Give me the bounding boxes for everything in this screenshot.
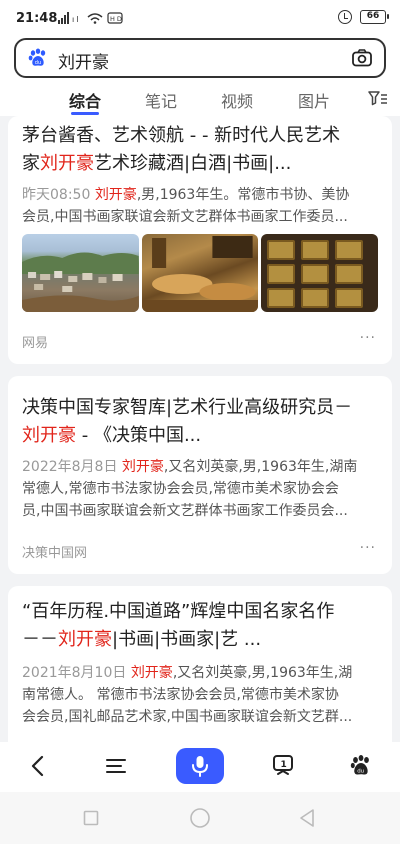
result-date: 昨天08:50 (22, 187, 91, 203)
svg-text:1: 1 (281, 760, 287, 770)
result-source[interactable]: 网易 (22, 332, 48, 351)
back-icon[interactable] (28, 754, 48, 778)
thumbnail-awards-image[interactable] (261, 234, 379, 312)
tabs-count-icon[interactable]: 1 (272, 754, 294, 778)
tab-images[interactable]: 图片 (298, 88, 330, 112)
active-tab-indicator (71, 112, 99, 115)
search-result-card[interactable]: 决策中国专家智库|艺术行业高级研究员－ 刘开豪 - 《决策中国... 2022年… (8, 376, 392, 574)
liquor-scene (141, 236, 259, 312)
result-snippet: 2022年8月8日 刘开豪,又名刘英豪,男,1963年生,湖南 常德人,常德市书… (22, 459, 358, 519)
more-options-icon[interactable]: ··· (360, 540, 376, 556)
menu-icon[interactable] (106, 758, 126, 774)
filter-icon[interactable] (368, 90, 388, 106)
baidu-home-icon[interactable]: du (350, 754, 372, 778)
tab-videos[interactable]: 视频 (221, 88, 253, 112)
search-input[interactable]: 刘开豪 (58, 48, 109, 73)
more-options-icon[interactable]: ··· (360, 330, 376, 346)
result-title[interactable]: 决策中国专家智库|艺术行业高级研究员－ 刘开豪 - 《决策中国... (22, 394, 378, 450)
result-snippet: 2021年8月10日 刘开豪,又名刘英豪,男,1963年生,湖 南常德人。 常德… (22, 665, 353, 725)
voice-search-button[interactable] (176, 748, 224, 784)
search-result-card[interactable]: “百年历程.中国道路”辉煌中国名家名作 －－刘开豪|书画|书画家|艺 ... 2… (8, 586, 392, 756)
tab-all[interactable]: 综合 (69, 88, 101, 112)
svg-text:HD: HD (110, 15, 124, 23)
svg-text:du: du (35, 60, 41, 66)
result-date: 2021年8月10日 (22, 665, 127, 681)
recent-apps-icon[interactable] (83, 810, 99, 826)
tab-bar: 综合 笔记 视频 图片 (0, 86, 400, 116)
thumbnail-liquor-image[interactable] (141, 234, 259, 312)
status-right: 66 (338, 10, 389, 24)
status-indicator-icons: ıl HD (58, 11, 128, 28)
search-box[interactable]: du 刘开豪 (14, 38, 386, 78)
home-icon[interactable] (189, 807, 211, 829)
result-title[interactable]: “百年历程.中国道路”辉煌中国名家名作 －－刘开豪|书画|书画家|艺 ... (22, 598, 378, 654)
result-title[interactable]: 茅台酱香、艺术领航 - - 新时代人民艺术 家刘开豪艺术珍藏酒|白酒|书画|..… (22, 122, 378, 178)
system-back-icon[interactable] (298, 808, 316, 828)
town-scene (22, 252, 139, 312)
bottom-toolbar: 1 du (0, 742, 400, 792)
alarm-icon (338, 10, 352, 24)
top-header: 21:48 ıl HD 66 du 刘开豪 综合 笔记 视频 图片 (0, 0, 400, 116)
search-result-card[interactable]: 茅台酱香、艺术领航 - - 新时代人民艺术 家刘开豪艺术珍藏酒|白酒|书画|..… (8, 116, 392, 364)
microphone-icon (192, 756, 208, 777)
svg-text:ıl: ıl (72, 15, 80, 24)
thumbnail-town-image[interactable] (22, 234, 139, 312)
status-time: 21:48 (16, 11, 58, 26)
svg-text:du: du (357, 769, 364, 775)
baidu-paw-icon: du (28, 48, 46, 66)
camera-icon[interactable] (352, 49, 372, 67)
system-navigation-bar (0, 792, 400, 844)
tab-notes[interactable]: 笔记 (145, 88, 177, 112)
battery-icon: 66 (360, 10, 389, 24)
signal-wifi-icons: ıl HD (58, 12, 124, 24)
result-snippet: 昨天08:50 刘开豪,男,1963年生。常德市书协、美协 会员,中国书画家联谊… (22, 187, 350, 225)
result-date: 2022年8月8日 (22, 459, 118, 475)
status-bar: 21:48 ıl HD 66 (0, 0, 400, 36)
result-source[interactable]: 决策中国网 (22, 542, 87, 561)
result-thumbnails[interactable] (22, 234, 379, 312)
